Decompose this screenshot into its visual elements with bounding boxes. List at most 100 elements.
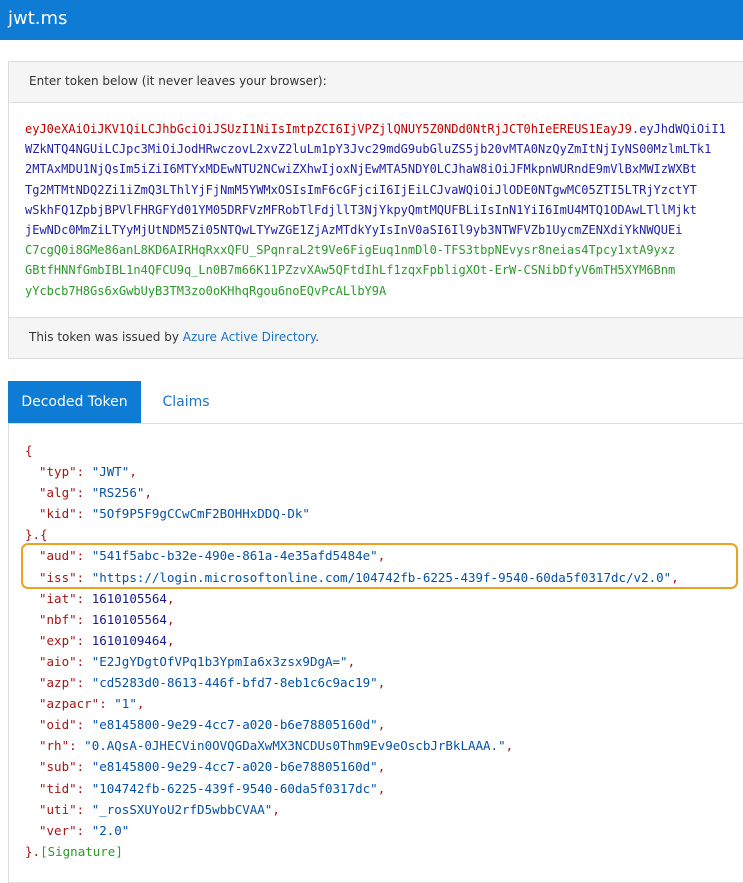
json-colon: :: [76, 780, 92, 796]
json-field: "iat": 1610105564,: [25, 591, 175, 606]
token-payload-segment: WZkNTQ4NGUiLCJpc3MiOiJodHRwczovL2xvZ2luL…: [25, 142, 712, 157]
json-colon: :: [76, 590, 92, 606]
json-colon: :: [76, 759, 92, 775]
json-value: "https://login.microsoftonline.com/10474…: [91, 569, 672, 585]
json-value: "104742fb-6225-439f-9540-60da5f0317dc": [91, 780, 378, 796]
token-signature-segment: C7cgQ0i8GMe86anL8KD6AIRHqRxxQFU_SPqnraL2…: [25, 243, 676, 258]
issuer-text: This token was issued by Azure Active Di…: [29, 330, 319, 344]
json-field-row: "aud": "541f5abc-b32e-490e-861a-4e35afd5…: [25, 545, 679, 566]
json-key: "nbf": [39, 611, 77, 627]
json-comma: ,: [166, 632, 175, 648]
json-key: "oid": [39, 717, 77, 733]
issuer-suffix: .: [315, 330, 320, 344]
json-colon: :: [76, 801, 92, 817]
json-value: 1610105564: [91, 590, 167, 606]
json-comma: ,: [377, 717, 386, 733]
token-input[interactable]: eyJ0eXAiOiJKV1QiLCJhbGciOiJSUzI1NiIsImtp…: [25, 119, 743, 301]
json-key: "azpacr": [39, 696, 100, 712]
json-key: "aud": [39, 548, 77, 564]
json-field: "nbf": 1610105564,: [25, 612, 175, 627]
json-comma: ,: [671, 569, 679, 585]
json-colon: :: [76, 464, 92, 480]
json-field: "aio": "E2JgYDgtOfVPq1b3YpmIa6x3zsx9DgA=…: [25, 654, 355, 669]
app-header: jwt.ms: [0, 0, 743, 40]
json-key: "iss": [39, 569, 77, 585]
token-line: jEwNDc0MmZiLTYyMjUtNDM5Zi05NTQwLTYwZGE1Z…: [25, 220, 743, 240]
json-field-row: "oid": "e8145800-9e29-4cc7-a020-b6e78805…: [25, 714, 679, 735]
json-colon: :: [76, 822, 92, 838]
json-key: "ver": [39, 822, 77, 838]
json-colon: :: [76, 506, 92, 522]
token-line: Tg2MTMtNDQ2Zi1iZmQ3LThlYjFjNmM5YWMxOSIsI…: [25, 180, 743, 200]
json-field-row: "sub": "e8145800-9e29-4cc7-a020-b6e78805…: [25, 756, 679, 777]
token-payload-segment: jEwNDc0MmZiLTYyMjUtNDM5Zi05NTQwLTYwZGE1Z…: [25, 222, 683, 237]
json-value: "541f5abc-b32e-490e-861a-4e35afd5484e": [91, 548, 378, 564]
signature-label: [Signature]: [40, 843, 123, 859]
json-key: "azp": [39, 675, 77, 691]
json-comma: ,: [166, 611, 175, 627]
json-field-row: "uti": "_rosSXUYoU2rfD5wbbCVAA",: [25, 799, 679, 820]
json-field-row: "alg": "RS256",: [25, 482, 679, 503]
json-field: "tid": "104742fb-6225-439f-9540-60da5f03…: [25, 781, 385, 796]
json-key: "kid": [39, 506, 77, 522]
token-signature-segment: yYcbcb7H8Gs6xGwbUyB3TM3zo0oKHhqRgou6noEQ…: [25, 283, 387, 298]
json-colon: :: [76, 675, 92, 691]
token-line: yYcbcb7H8Gs6xGwbUyB3TM3zo0oKHhqRgou6noEQ…: [25, 281, 743, 301]
json-colon: :: [76, 569, 92, 585]
json-field: "aud": "541f5abc-b32e-490e-861a-4e35afd5…: [25, 548, 385, 563]
json-field: "azpacr": "1",: [25, 696, 144, 711]
json-value: "_rosSXUYoU2rfD5wbbCVAA": [91, 801, 273, 817]
json-field: "iss": "https://login.microsoftonline.co…: [25, 570, 679, 585]
json-field: "alg": "RS256",: [25, 485, 152, 500]
brand-title[interactable]: jwt.ms: [8, 6, 67, 32]
json-comma: ,: [505, 738, 514, 754]
json-field-row: "exp": 1610109464,: [25, 630, 679, 651]
json-open-row: {: [25, 440, 679, 461]
json-comma: ,: [144, 485, 152, 501]
json-comma: ,: [166, 590, 175, 606]
json-colon: :: [76, 548, 92, 564]
token-line: 2MTAxMDU1NjQsIm5iZiI6MTYxMDEwNTU2NCwiZXh…: [25, 159, 743, 179]
json-field-row: "tid": "104742fb-6225-439f-9540-60da5f03…: [25, 778, 679, 799]
json-field: "exp": 1610109464,: [25, 633, 175, 648]
token-line: C7cgQ0i8GMe86anL8KD6AIRHqRxxQFU_SPqnraL2…: [25, 240, 743, 260]
json-value: "e8145800-9e29-4cc7-a020-b6e78805160d": [91, 759, 378, 775]
json-colon: :: [99, 696, 115, 712]
json-open-brace: {: [25, 443, 33, 458]
json-key: "aio": [39, 653, 77, 669]
json-comma: ,: [136, 696, 145, 712]
json-field: "rh": "0.AQsA-0JHECVin0OVQGDaXwMX3NCDUs0…: [25, 738, 513, 753]
json-field: "kid": "5Of9P5F9gCCwCmF2BOHHxDDQ-Dk": [25, 506, 310, 521]
decoded-token-panel: {"typ": "JWT", "alg": "RS256", "kid": "5Of…: [8, 423, 743, 883]
json-field-row: "ver": "2.0": [25, 820, 679, 841]
issuer-prefix: This token was issued by: [29, 330, 183, 344]
json-colon: :: [76, 653, 92, 669]
json-value: "1": [114, 696, 137, 712]
json-colon: :: [76, 485, 92, 501]
token-line: WZkNTQ4NGUiLCJpc3MiOiJodHRwczovL2xvZ2luL…: [25, 139, 743, 159]
json-value: "5Of9P5F9gCCwCmF2BOHHxDDQ-Dk": [91, 506, 310, 522]
json-field: "ver": "2.0": [25, 823, 129, 838]
token-line: wSkhFQ1ZpbjBPVlFHRGFYd01YM05DRFVzMFRobTl…: [25, 200, 743, 220]
json-field-row: "azpacr": "1",: [25, 693, 679, 714]
json-colon: :: [69, 738, 85, 754]
json-value: "2.0": [91, 822, 130, 838]
json-field-row: "iss": "https://login.microsoftonline.co…: [25, 567, 679, 588]
json-value: "RS256": [91, 485, 145, 501]
json-key: "uti": [39, 801, 77, 817]
json-field-row: "nbf": 1610105564,: [25, 609, 679, 630]
issuer-link[interactable]: Azure Active Directory: [183, 330, 316, 344]
token-panel-header: Enter token below (it never leaves your …: [9, 62, 743, 103]
json-close: }.: [25, 843, 41, 859]
json-close-row: }.[Signature]: [25, 841, 679, 862]
json-key: "sub": [39, 759, 77, 775]
tab-decoded-token[interactable]: Decoded Token: [8, 381, 141, 423]
token-payload-segment: wSkhFQ1ZpbjBPVlFHRGFYd01YM05DRFVzMFRobTl…: [25, 202, 697, 217]
json-key: "typ": [39, 464, 77, 480]
json-key: "iat": [39, 590, 77, 606]
tab-claims[interactable]: Claims: [141, 381, 231, 423]
json-field: "sub": "e8145800-9e29-4cc7-a020-b6e78805…: [25, 759, 385, 774]
decoded-json: {"typ": "JWT", "alg": "RS256", "kid": "5Of…: [25, 440, 679, 862]
json-separator-row: }.{: [25, 524, 679, 545]
token-panel: Enter token below (it never leaves your …: [8, 61, 743, 359]
